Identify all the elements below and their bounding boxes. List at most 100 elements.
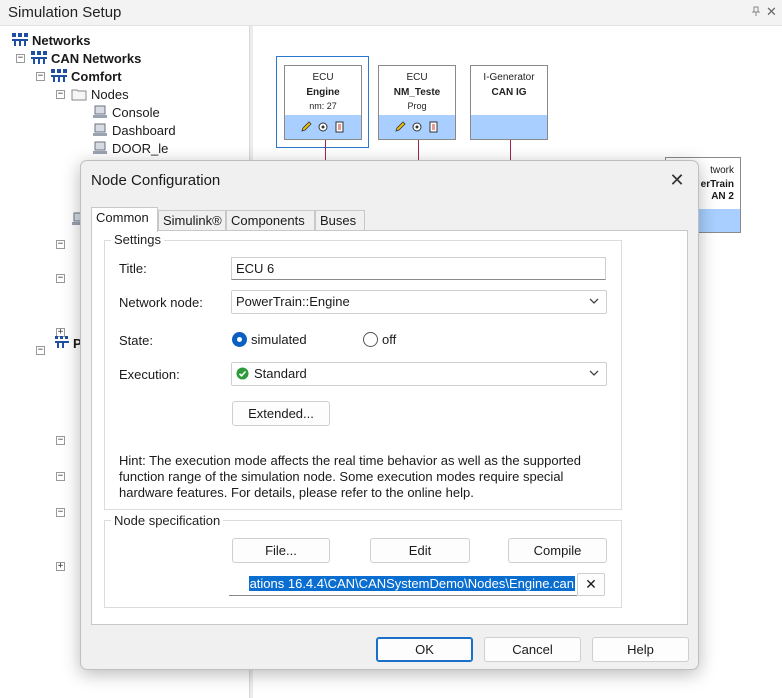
check-circle-icon [236,367,249,380]
tree-label: Dashboard [112,122,176,138]
state-radio-off[interactable]: off [363,332,396,347]
hint-text: Hint: The execution mode affects the rea… [119,453,609,501]
node-kind: ECU [406,72,428,83]
network-node-value: PowerTrain::Engine [236,294,350,309]
edit-button[interactable]: Edit [370,538,470,563]
collapse-icon[interactable]: − [56,234,71,249]
node-sub: Prog [407,101,427,111]
bus-wire [510,140,511,162]
bus-wire [325,140,326,162]
network-icon [31,51,47,64]
radio-label: simulated [251,332,307,347]
settings-group-label: Settings [111,232,164,247]
node-kind: I-Generator [483,72,535,83]
cancel-button[interactable]: Cancel [484,637,581,662]
node-name: Engine [306,87,340,98]
tree-label: Networks [32,32,91,48]
node-kind: ECU [312,72,334,83]
extended-button[interactable]: Extended... [232,401,330,426]
clear-path-button[interactable]: ✕ [577,573,605,596]
tree-item-dashboard[interactable]: Dashboard [92,121,176,139]
document-icon[interactable] [428,121,440,133]
collapse-icon[interactable]: − [36,71,45,81]
hint-line: function range of the simulation node. S… [119,469,564,484]
collapse-icon[interactable]: − [36,340,51,355]
node-sub [471,101,547,113]
tree-item-door-le[interactable]: DOOR_le [92,139,168,157]
pencil-icon[interactable] [300,121,312,133]
tab-panel-common: Settings Title: ECU 6 Network node: Powe… [91,230,688,625]
ok-button[interactable]: OK [376,637,473,662]
node-name: CAN IG [491,87,527,98]
tree-label: Nodes [91,86,129,102]
file-path-selected-text: ations 16.4.4\CAN\CANSystemDemo\Nodes\En… [248,576,575,591]
tab-common[interactable]: Common [91,207,158,232]
expand-icon[interactable]: + [56,556,71,571]
collapse-icon[interactable]: − [16,53,25,63]
diagram-node-nm-teste[interactable]: ECU NM_Teste Prog [378,65,456,140]
computer-node-icon [93,105,107,118]
title-label: Title: [119,261,147,276]
network-icon [12,33,28,46]
tab-buses[interactable]: Buses [315,210,365,231]
execution-label: Execution: [119,367,180,382]
computer-node-icon [93,123,107,136]
file-path-input[interactable]: ations 16.4.4\CAN\CANSystemDemo\Nodes\En… [229,573,577,596]
hint-line: hardware features. For details, please r… [119,485,474,500]
settings-icon[interactable] [317,121,329,133]
compile-button[interactable]: Compile [508,538,607,563]
node-toolbar [471,115,547,139]
execution-select[interactable]: Standard [231,362,607,386]
node-sub: nm: 27 [309,101,337,111]
chevron-down-icon [589,298,599,304]
network-node-select[interactable]: PowerTrain::Engine [231,290,607,314]
tree-item-nodes[interactable]: − Nodes [56,85,129,103]
node-spec-group-label: Node specification [111,513,224,528]
radio-unselected-icon [363,332,378,347]
pin-icon[interactable] [751,6,761,20]
network-icon [55,336,69,348]
window-titlebar: Simulation Setup ✕ [0,0,782,26]
window-title: Simulation Setup [8,4,122,21]
pencil-icon[interactable] [394,121,406,133]
collapse-icon[interactable]: − [56,502,71,517]
tab-components[interactable]: Components [226,210,315,231]
folder-icon [71,89,87,101]
tree-label: Console [112,104,160,120]
tree-item-console[interactable]: Console [92,103,160,121]
node-configuration-dialog: Node Configuration ✕ Common Simulink® Co… [80,160,699,670]
network-node-label: Network node: [119,295,203,310]
collapse-icon[interactable]: − [56,89,65,99]
hint-line: Hint: The execution mode affects the rea… [119,453,582,468]
radio-label: off [382,332,397,347]
collapse-icon[interactable]: − [56,430,71,445]
execution-value: Standard [254,366,307,381]
dialog-title: Node Configuration [91,172,221,189]
network-icon [51,69,67,82]
diagram-node-can-ig[interactable]: I-Generator CAN IG [470,65,548,140]
node-name: NM_Teste [393,87,441,98]
tree-item-can-networks[interactable]: − CAN Networks [16,49,141,67]
node-toolbar [285,115,361,139]
expand-icon[interactable]: + [56,322,71,337]
help-button[interactable]: Help [592,637,689,662]
tree-label: DOOR_le [112,140,169,156]
tab-simulink[interactable]: Simulink® [158,210,226,231]
tree-item-comfort[interactable]: − Comfort [36,67,122,85]
file-button[interactable]: File... [232,538,330,563]
dialog-close-icon[interactable]: ✕ [665,169,689,193]
state-radio-simulated[interactable]: simulated [232,332,307,347]
title-input[interactable]: ECU 6 [231,257,606,280]
diagram-node-engine[interactable]: ECU Engine nm: 27 [284,65,362,140]
computer-node-icon [93,141,107,154]
collapse-icon[interactable]: − [56,268,71,283]
state-label: State: [119,333,153,348]
document-icon[interactable] [334,121,346,133]
tree-item-partial[interactable]: P [55,336,82,353]
window-close-icon[interactable]: ✕ [766,4,777,20]
collapse-icon[interactable]: − [56,466,71,481]
tree-item-networks[interactable]: Networks [12,31,91,49]
tree-label: Comfort [71,68,122,84]
bus-wire [418,140,419,162]
settings-icon[interactable] [411,121,423,133]
